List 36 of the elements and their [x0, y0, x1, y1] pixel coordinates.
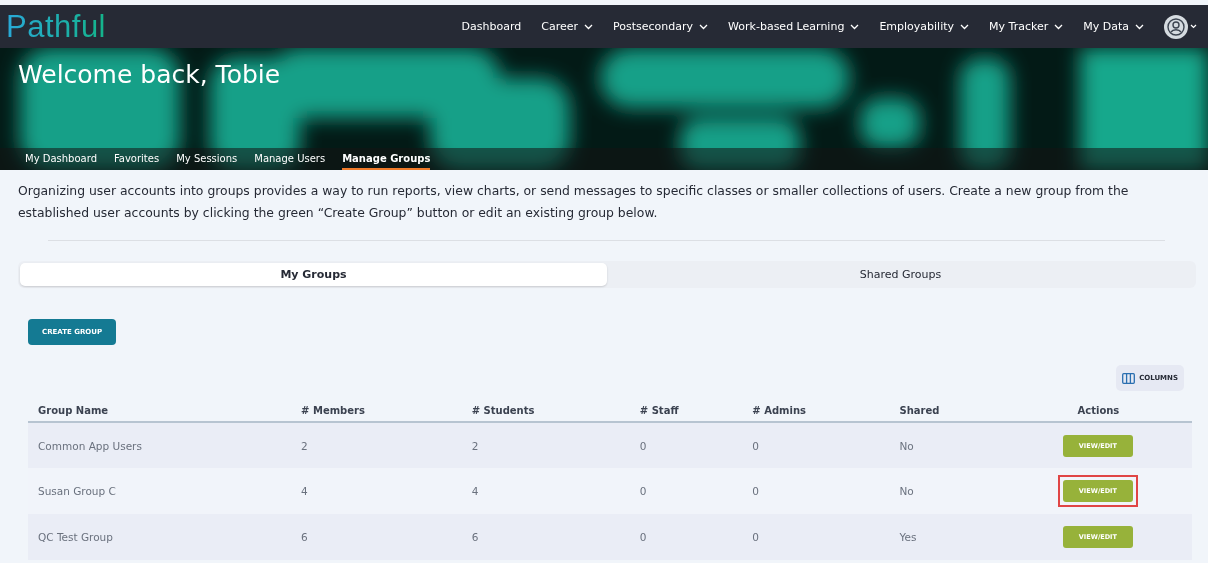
groups-tab[interactable]: My Groups [20, 263, 607, 286]
table-cell: 0 [629, 514, 743, 560]
columns-icon [1122, 372, 1136, 384]
table-cell: 0 [742, 514, 890, 560]
welcome-title: Welcome back, Tobie [18, 60, 281, 89]
groups-tab[interactable]: Shared Groups [607, 263, 1194, 286]
table-cell: QC Test Group [28, 514, 292, 560]
table-cell: 2 [461, 422, 630, 468]
table-cell: 0 [629, 468, 743, 514]
table-cell: No [889, 422, 1005, 468]
subnav-tab[interactable]: My Dashboard [25, 153, 97, 170]
nav-link[interactable]: Postsecondary [613, 20, 709, 33]
nav-link[interactable]: Career [541, 20, 594, 33]
table-cell: No [889, 468, 1005, 514]
nav-link[interactable]: Dashboard [461, 20, 522, 33]
table-cell: 6 [291, 514, 462, 560]
nav-link[interactable]: My Data [1083, 20, 1144, 33]
table-cell: Yes [889, 514, 1005, 560]
table-cell: 6 [461, 514, 630, 560]
nav-link[interactable]: My Tracker [989, 20, 1064, 33]
subnav-tab[interactable]: Manage Users [254, 153, 326, 170]
table-cell: 2 [291, 422, 462, 468]
subnav-tab[interactable]: My Sessions [176, 153, 238, 170]
table-cell: Susan Group C [28, 468, 292, 514]
table-cell: 0 [742, 422, 890, 468]
table-cell: 0 [742, 468, 890, 514]
table-cell: 4 [461, 468, 630, 514]
subnav-tab[interactable]: Favorites [114, 153, 160, 170]
nav-link[interactable]: Employability [879, 20, 970, 33]
table-cell: 4 [291, 468, 462, 514]
user-avatar-icon[interactable] [1164, 14, 1198, 39]
table-cell: Common App Users [28, 422, 292, 468]
nav-link[interactable]: Work-based Learning [728, 20, 860, 33]
intro-text: Organizing user accounts into groups provides a way to run reports, view charts, or send messages to specific classes or smaller collections of users. Create a new group from the established user accounts by clicking the green “Create Group” button or edit an existing group below. [18, 182, 1130, 222]
table-cell: 0 [629, 422, 743, 468]
subnav-tab[interactable]: Manage Groups [342, 153, 431, 170]
